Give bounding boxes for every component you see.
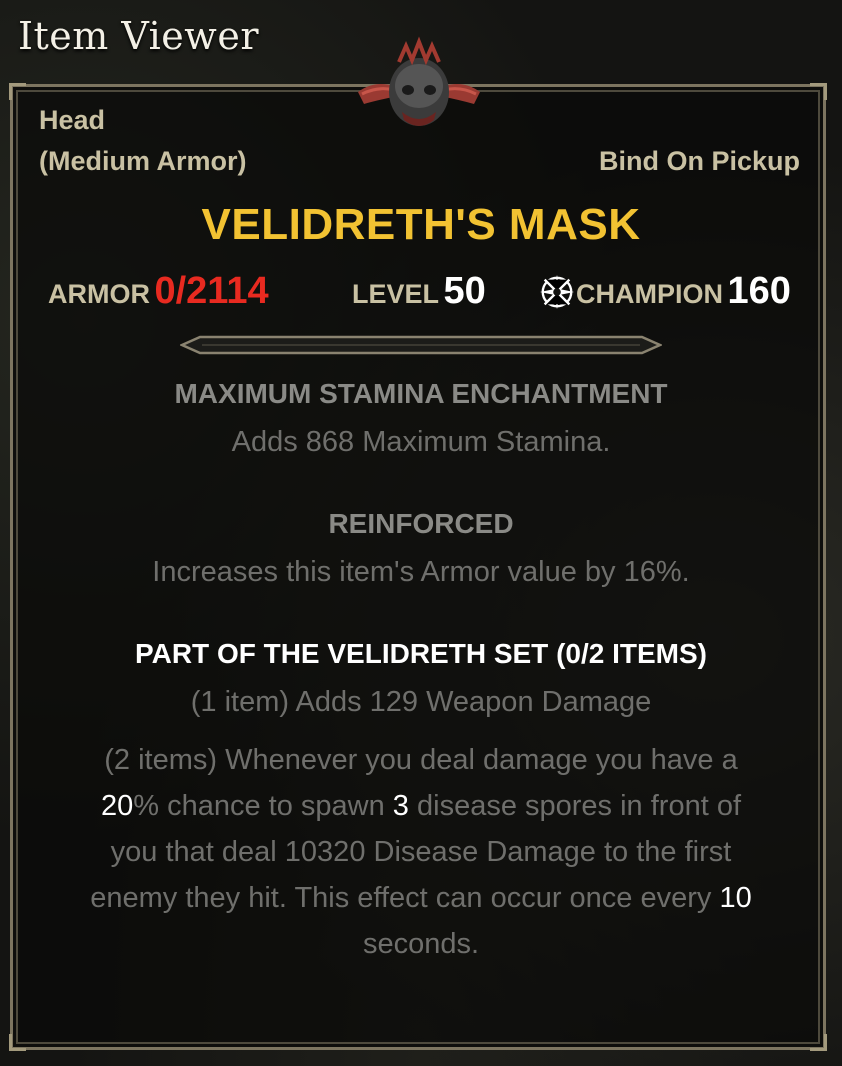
champion-stat: CHAMPION 160 [538,270,791,313]
text-span: enemy they hit. This effect can occur on… [90,882,720,914]
bind-type: Bind On Pickup [598,146,800,176]
text-span: disease spores in front of [408,790,742,822]
highlight-value: 20 [100,790,134,822]
trait-description: Increases this item's Armor value by 16%… [152,556,690,588]
level-value: 50 [443,270,486,312]
set-bonus-1: (1 item) Adds 129 Weapon Damage [190,686,652,718]
champion-star-icon [539,274,575,310]
panel-corner [9,83,26,100]
armor-stat: ARMOR 0/2114 [48,270,269,313]
item-slot: Head [39,105,106,135]
panel-corner [810,1034,827,1051]
set-bonus-2-line-5: seconds. [362,928,480,960]
trait-title: REINFORCED [328,508,514,539]
set-bonus-2-line-4: enemy they hit. This effect can occur on… [0,882,842,915]
enchantment-description: Adds 868 Maximum Stamina. [231,426,611,458]
ornamental-divider [180,335,662,355]
panel-corner [810,83,827,100]
highlight-value: 3 [392,790,409,822]
set-title: PART OF THE VELIDRETH SET (0/2 ITEMS) [135,638,707,669]
champion-label: CHAMPION [576,279,723,309]
armor-value: 0/2114 [154,270,269,312]
level-label: LEVEL [352,279,440,309]
item-name: VELIDRETH'S MASK [201,200,641,249]
window-title: Item Viewer [18,14,259,58]
set-bonus-2-line-1: (2 items) Whenever you deal damage you h… [104,744,738,776]
highlight-value: 10 [719,882,752,914]
armor-type: (Medium Armor) [39,146,247,176]
enchantment-title: MAXIMUM STAMINA ENCHANTMENT [174,378,668,409]
set-bonus-2-line-2: 20% chance to spawn 3 disease spores in … [0,790,842,823]
champion-value: 160 [727,270,791,312]
armor-label: ARMOR [48,279,150,309]
level-stat: LEVEL 50 [352,270,486,313]
panel-corner [9,1034,26,1051]
text-span: % chance to spawn [133,790,393,822]
set-bonus-2-line-3: you that deal 10320 Disease Damage to th… [110,836,732,868]
velidreth-mask-icon [358,36,480,126]
